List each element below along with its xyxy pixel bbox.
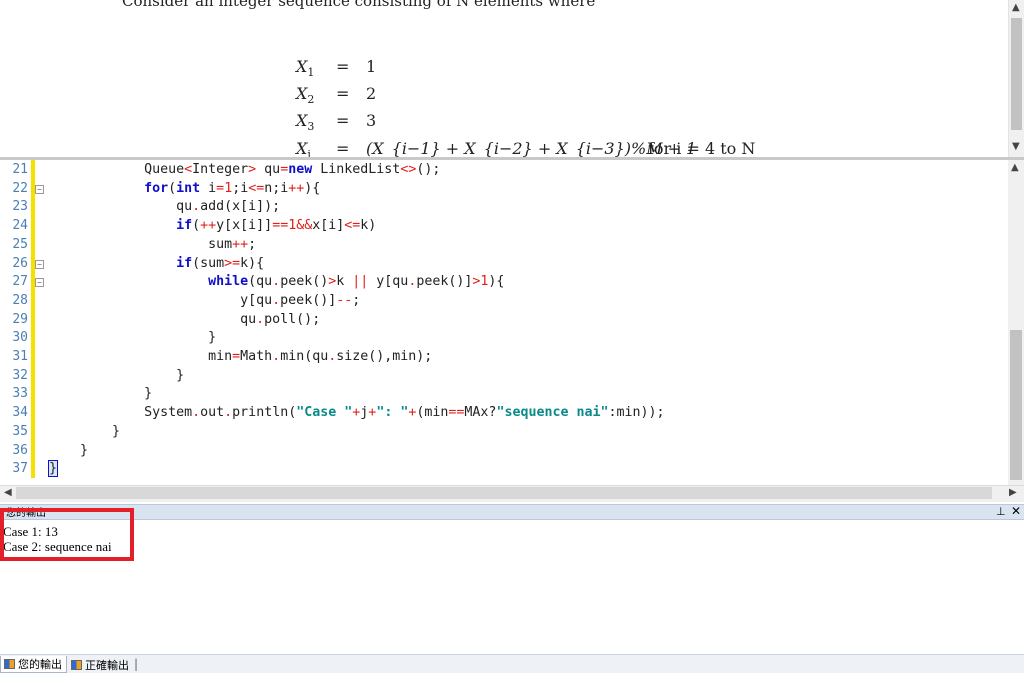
line-number-gutter: 21 22 23 24 25 26 27 28 29 30 31 32 33 34 35 36 37: [0, 160, 31, 485]
tab-separator: |: [134, 657, 139, 671]
line-number: 25: [12, 236, 28, 252]
fold-toggle-icon[interactable]: −: [35, 278, 44, 288]
line-number: 30: [12, 330, 28, 346]
problem-intro: Consider an integer sequence consisting …: [122, 0, 596, 10]
scroll-down-arrow-icon[interactable]: ▼: [1012, 141, 1020, 152]
code-line[interactable]: if(sum>=k){: [48, 255, 264, 274]
line-number: 31: [12, 349, 28, 364]
line-number: 29: [12, 311, 28, 327]
tab-your-output[interactable]: 您的輸出: [0, 656, 67, 673]
code-line[interactable]: while(qu.peek()>k || y[qu.peek()]>1){: [48, 273, 504, 292]
equation-x3: X3 = 3: [296, 111, 377, 134]
close-icon[interactable]: ✕: [1011, 504, 1021, 518]
editor-hscroll-thumb[interactable]: [16, 487, 992, 499]
fold-toggle-icon[interactable]: −: [35, 184, 44, 194]
line-number: 34: [12, 405, 28, 421]
line-number: 21: [12, 162, 28, 177]
tab-correct-output[interactable]: 正確輸出: [68, 656, 134, 673]
problem-statement-pane: Consider an integer sequence consisting …: [0, 0, 1008, 157]
code-line[interactable]: Queue<Integer> qu=new LinkedList<>();: [48, 161, 440, 180]
line-number: 33: [12, 386, 28, 402]
line-number: 37: [12, 461, 28, 477]
code-line[interactable]: }: [48, 460, 59, 479]
equation-xi: Xi = (X_{i−1} + X_{i−2} + X_{i−3})%M + 1…: [296, 139, 756, 157]
output-window-icon: [4, 659, 15, 669]
change-marker-bar: [31, 160, 35, 478]
output-tab-bar: [0, 654, 1024, 673]
scroll-right-arrow-icon[interactable]: ▶: [1009, 487, 1017, 498]
code-line[interactable]: qu.add(x[i]);: [48, 198, 280, 217]
code-line[interactable]: for(int i=1;i<=n;i++){: [48, 180, 320, 199]
code-editor[interactable]: 21 22 23 24 25 26 27 28 29 30 31 32 33 34 35 36 37 Queue…: [0, 160, 1008, 485]
code-line[interactable]: }: [48, 385, 152, 404]
output-panel-title: 您的輸出: [6, 508, 46, 519]
output-text-area[interactable]: Case 1: 13 Case 2: sequence nai: [0, 521, 1024, 654]
line-number: 23: [12, 199, 28, 215]
code-line[interactable]: min=Math.min(qu.size(),min);: [48, 348, 432, 367]
scroll-left-arrow-icon[interactable]: ◀: [4, 487, 12, 498]
code-line[interactable]: if(++y[x[i]]==1&&x[i]<=k): [48, 217, 376, 236]
code-line[interactable]: System.out.println("Case "+j+": "+(min==…: [48, 404, 665, 423]
code-line[interactable]: }: [48, 442, 88, 461]
scroll-up-arrow-icon[interactable]: ▲: [1011, 162, 1019, 173]
scroll-thumb[interactable]: [1011, 18, 1022, 130]
output-window-icon: [71, 659, 82, 670]
output-panel-header: [0, 504, 1024, 520]
scroll-up-arrow-icon[interactable]: ▲: [1012, 2, 1020, 13]
line-number: 27: [12, 274, 28, 290]
fold-toggle-icon[interactable]: −: [35, 259, 44, 269]
code-line[interactable]: sum++;: [48, 236, 256, 255]
line-number: 35: [12, 423, 28, 439]
code-line[interactable]: }: [48, 329, 216, 348]
code-line[interactable]: }: [48, 423, 120, 442]
line-number: 32: [12, 367, 28, 383]
code-line[interactable]: y[qu.peek()]--;: [48, 292, 360, 311]
equation-x2: X2 = 2: [296, 84, 377, 107]
equation-x1: X1 = 1: [296, 57, 377, 80]
problem-vertical-scrollbar[interactable]: ▲ ▼: [1008, 0, 1024, 157]
editor-scroll-thumb[interactable]: [1010, 330, 1022, 480]
line-number: 36: [12, 442, 28, 458]
code-line[interactable]: qu.poll();: [48, 311, 320, 330]
pin-icon[interactable]: ⊥: [996, 505, 1006, 518]
code-line[interactable]: }: [48, 367, 184, 386]
line-number: 28: [12, 292, 28, 308]
line-number: 24: [12, 218, 28, 234]
output-line-2: Case 2: sequence nai: [3, 539, 112, 554]
line-number: 26: [12, 255, 28, 271]
output-line-1: Case 1: 13: [3, 524, 58, 539]
line-number: 22: [12, 180, 28, 196]
